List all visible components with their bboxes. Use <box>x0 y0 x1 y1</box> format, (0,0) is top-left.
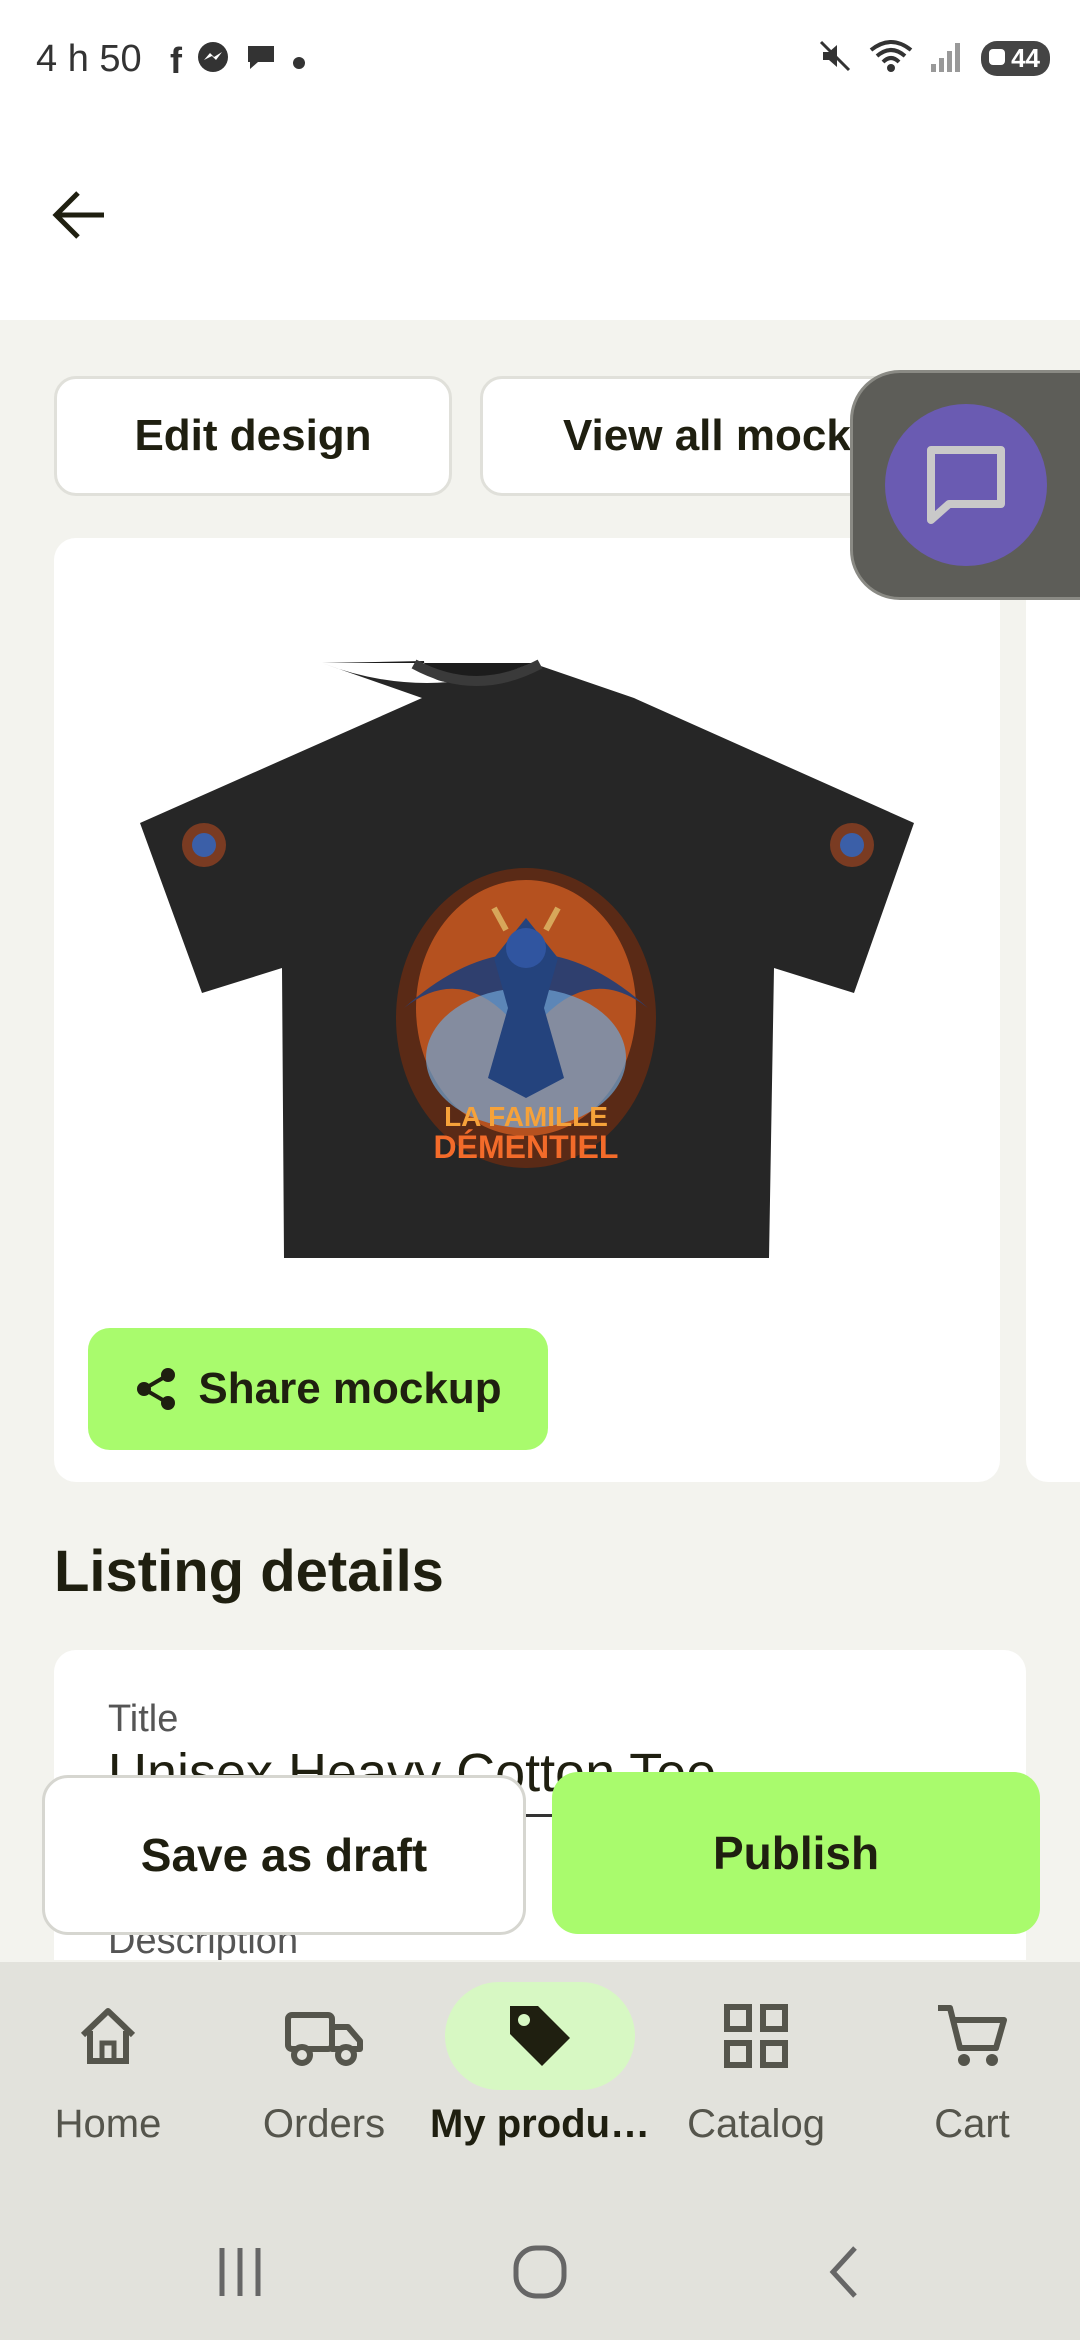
tshirt-print-line1: LA FAMILLE <box>444 1101 608 1132</box>
next-mockup-card[interactable] <box>1026 538 1080 1482</box>
save-as-draft-button[interactable]: Save as draft <box>42 1775 526 1935</box>
chat-icon <box>244 40 278 82</box>
truck-icon <box>229 1982 419 2090</box>
grid-icon <box>661 1982 851 2090</box>
nav-item-cart[interactable]: Cart <box>864 1982 1080 2182</box>
facebook-icon: f <box>170 40 182 81</box>
chevron-left-icon <box>829 2246 857 2298</box>
system-back-button[interactable] <box>795 2232 895 2312</box>
mockup-card[interactable]: LA FAMILLE DÉMENTIEL Share mockup <box>54 538 1000 1482</box>
home-icon <box>13 1982 203 2090</box>
battery-icon: 44 <box>981 41 1050 76</box>
system-icons: 44 <box>817 38 1050 79</box>
nav-label-catalog: Catalog <box>687 2102 825 2146</box>
chat-bubble-icon <box>927 446 1005 524</box>
nav-item-home[interactable]: Home <box>0 1982 216 2182</box>
tag-icon <box>445 1982 635 2090</box>
nav-item-orders[interactable]: Orders <box>216 1982 432 2182</box>
signal-icon <box>929 38 965 79</box>
listing-details-heading: Listing details <box>54 1539 444 1604</box>
chat-circle <box>885 404 1047 566</box>
home-circle-icon <box>513 2245 567 2299</box>
publish-button[interactable]: Publish <box>552 1772 1040 1934</box>
tshirt-print-line2: DÉMENTIEL <box>434 1129 619 1165</box>
share-icon <box>137 1368 176 1410</box>
notification-icons: f <box>170 40 306 82</box>
edit-design-button[interactable]: Edit design <box>54 376 452 496</box>
nav-item-catalog[interactable]: Catalog <box>648 1982 864 2182</box>
cart-icon <box>877 1982 1067 2090</box>
support-chat-button[interactable] <box>850 370 1080 600</box>
wifi-icon <box>869 38 913 79</box>
status-time: 4 h 50 <box>36 38 142 80</box>
title-field-label: Title <box>108 1698 179 1740</box>
view-all-mockups-button[interactable]: View all mockups <box>480 376 900 496</box>
recent-apps-icon <box>219 2248 261 2296</box>
arrow-left-icon <box>52 191 104 239</box>
share-mockup-label: Share mockup <box>198 1364 502 1413</box>
nav-item-my-products[interactable]: My produ… <box>430 1982 650 2182</box>
nav-label-cart: Cart <box>934 2102 1010 2146</box>
nav-label-home: Home <box>54 2102 162 2146</box>
messenger-icon <box>196 40 230 82</box>
status-bar: 4 h 50 f 44 <box>0 0 1080 125</box>
nav-label-my-products: My produ… <box>430 2102 650 2146</box>
recent-apps-button[interactable] <box>190 2232 290 2312</box>
bottom-navigation: Home Orders My produ… Catalog Cart <box>0 1962 1080 2202</box>
share-mockup-button[interactable]: Share mockup <box>88 1328 548 1450</box>
app-header <box>0 125 1080 320</box>
system-navigation-bar <box>0 2202 1080 2340</box>
back-button[interactable] <box>40 175 120 255</box>
nav-label-orders: Orders <box>262 2102 386 2146</box>
mute-icon <box>817 38 853 79</box>
dot-icon <box>292 44 306 78</box>
home-system-button[interactable] <box>490 2232 590 2312</box>
